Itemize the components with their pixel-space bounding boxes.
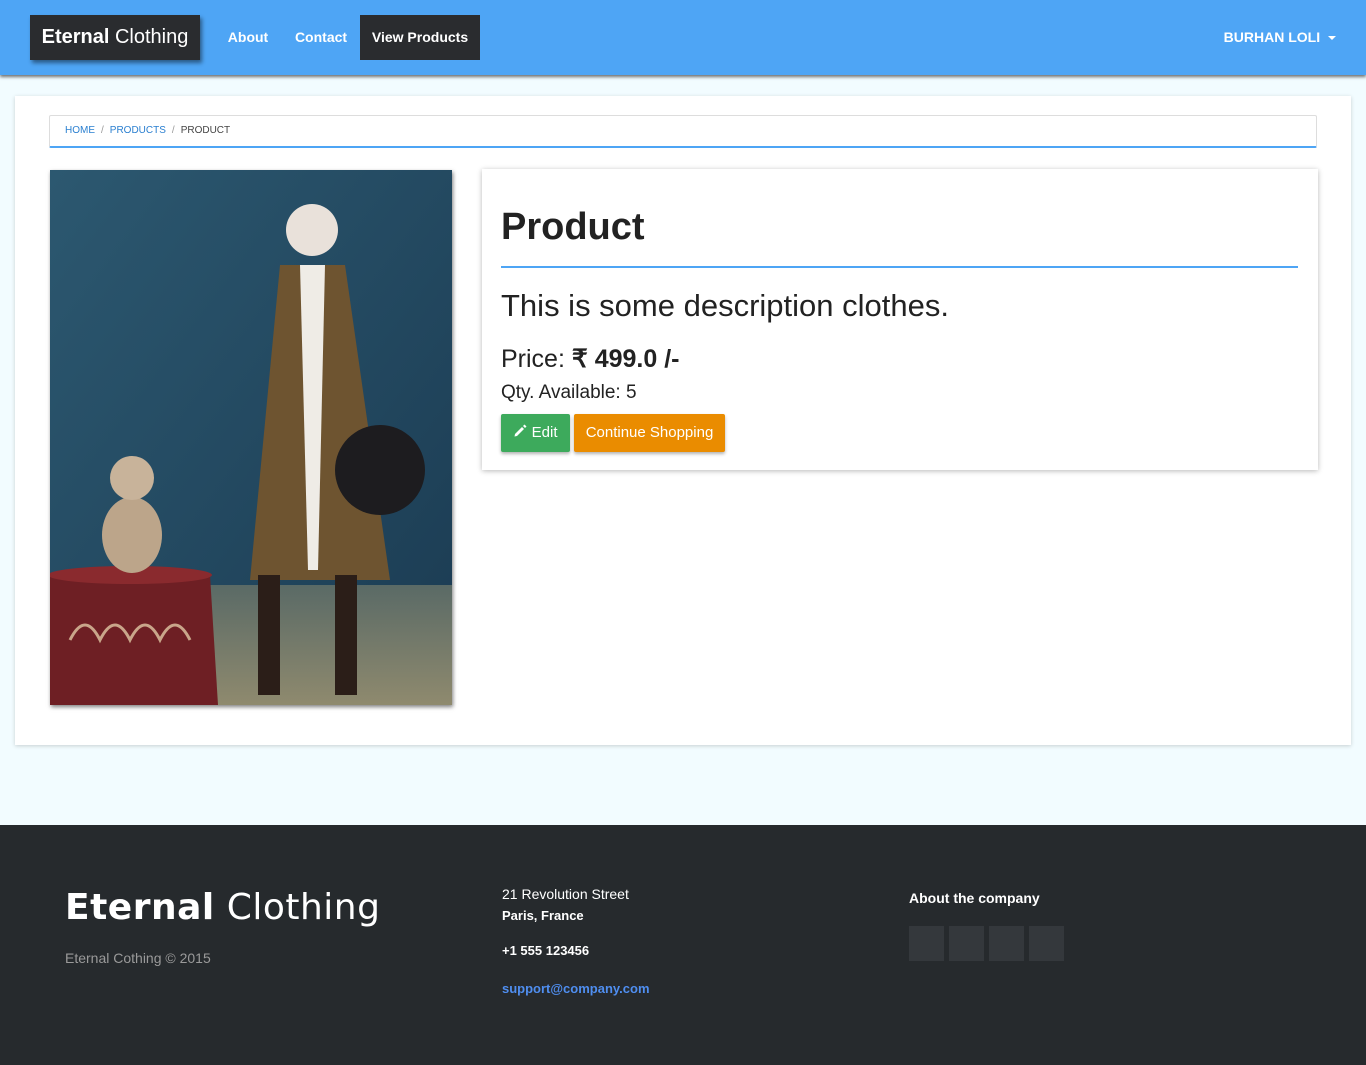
user-name: BURHAN LOLI	[1223, 29, 1321, 45]
qty-value: 5	[625, 382, 637, 403]
top-navbar: Eternal Clothing About Contact View Prod…	[0, 0, 1366, 75]
product-title: Product	[501, 206, 645, 248]
product-quantity: Qty. Available: 5	[501, 382, 637, 404]
linkedin-icon[interactable]	[989, 926, 1024, 961]
price-value: ₹ 499.0 /-	[571, 345, 680, 373]
facebook-icon[interactable]	[909, 926, 944, 961]
footer-logo-light: Clothing	[226, 887, 381, 928]
footer-street: 21 Revolution Street	[502, 886, 629, 902]
footer-logo: Eternal Clothing	[65, 887, 380, 928]
footer-city: Paris, France	[502, 908, 584, 923]
breadcrumb-separator: /	[101, 125, 104, 136]
footer-about-heading: About the company	[909, 890, 1040, 906]
main-content-card: HOME / PRODUCTS / PRODUCT Product This i…	[15, 96, 1351, 745]
footer-copyright: Eternal Cothing © 2015	[65, 950, 211, 966]
nav-view-products-link[interactable]: View Products	[360, 15, 480, 60]
twitter-icon[interactable]	[949, 926, 984, 961]
edit-button[interactable]: Edit	[501, 414, 570, 452]
price-label: Price:	[501, 345, 565, 373]
product-detail-panel: Product This is some description clothes…	[482, 169, 1318, 470]
footer-email-link[interactable]: support@company.com	[502, 981, 650, 996]
user-menu-dropdown[interactable]: BURHAN LOLI	[1224, 15, 1336, 60]
footer-logo-bold: Eternal	[65, 887, 215, 928]
github-icon[interactable]	[1029, 926, 1064, 961]
breadcrumb-home-link[interactable]: HOME	[65, 125, 95, 136]
product-image	[50, 170, 452, 705]
continue-shopping-button[interactable]: Continue Shopping	[574, 414, 725, 452]
product-price: Price: ₹ 499.0 /-	[501, 344, 680, 374]
product-description: This is some description clothes.	[501, 288, 949, 323]
edit-label: Edit	[531, 424, 558, 441]
pencil-icon	[514, 424, 527, 437]
brand-light: Clothing	[114, 26, 189, 48]
nav-about-link[interactable]: About	[216, 15, 280, 60]
brand-bold: Eternal	[41, 26, 110, 48]
qty-label: Qty. Available:	[501, 382, 621, 403]
nav-contact-link[interactable]: Contact	[284, 15, 358, 60]
title-divider	[501, 266, 1298, 268]
brand-logo[interactable]: Eternal Clothing	[30, 15, 200, 60]
breadcrumb-products-link[interactable]: PRODUCTS	[110, 125, 166, 136]
breadcrumb-current: PRODUCT	[180, 125, 231, 136]
breadcrumb-separator: /	[171, 125, 175, 136]
page-footer: Eternal Clothing Eternal Cothing © 2015 …	[0, 825, 1366, 1065]
breadcrumb: HOME / PRODUCTS / PRODUCT	[49, 115, 1317, 148]
caret-down-icon	[1328, 36, 1336, 41]
footer-phone: +1 555 123456	[502, 943, 590, 958]
